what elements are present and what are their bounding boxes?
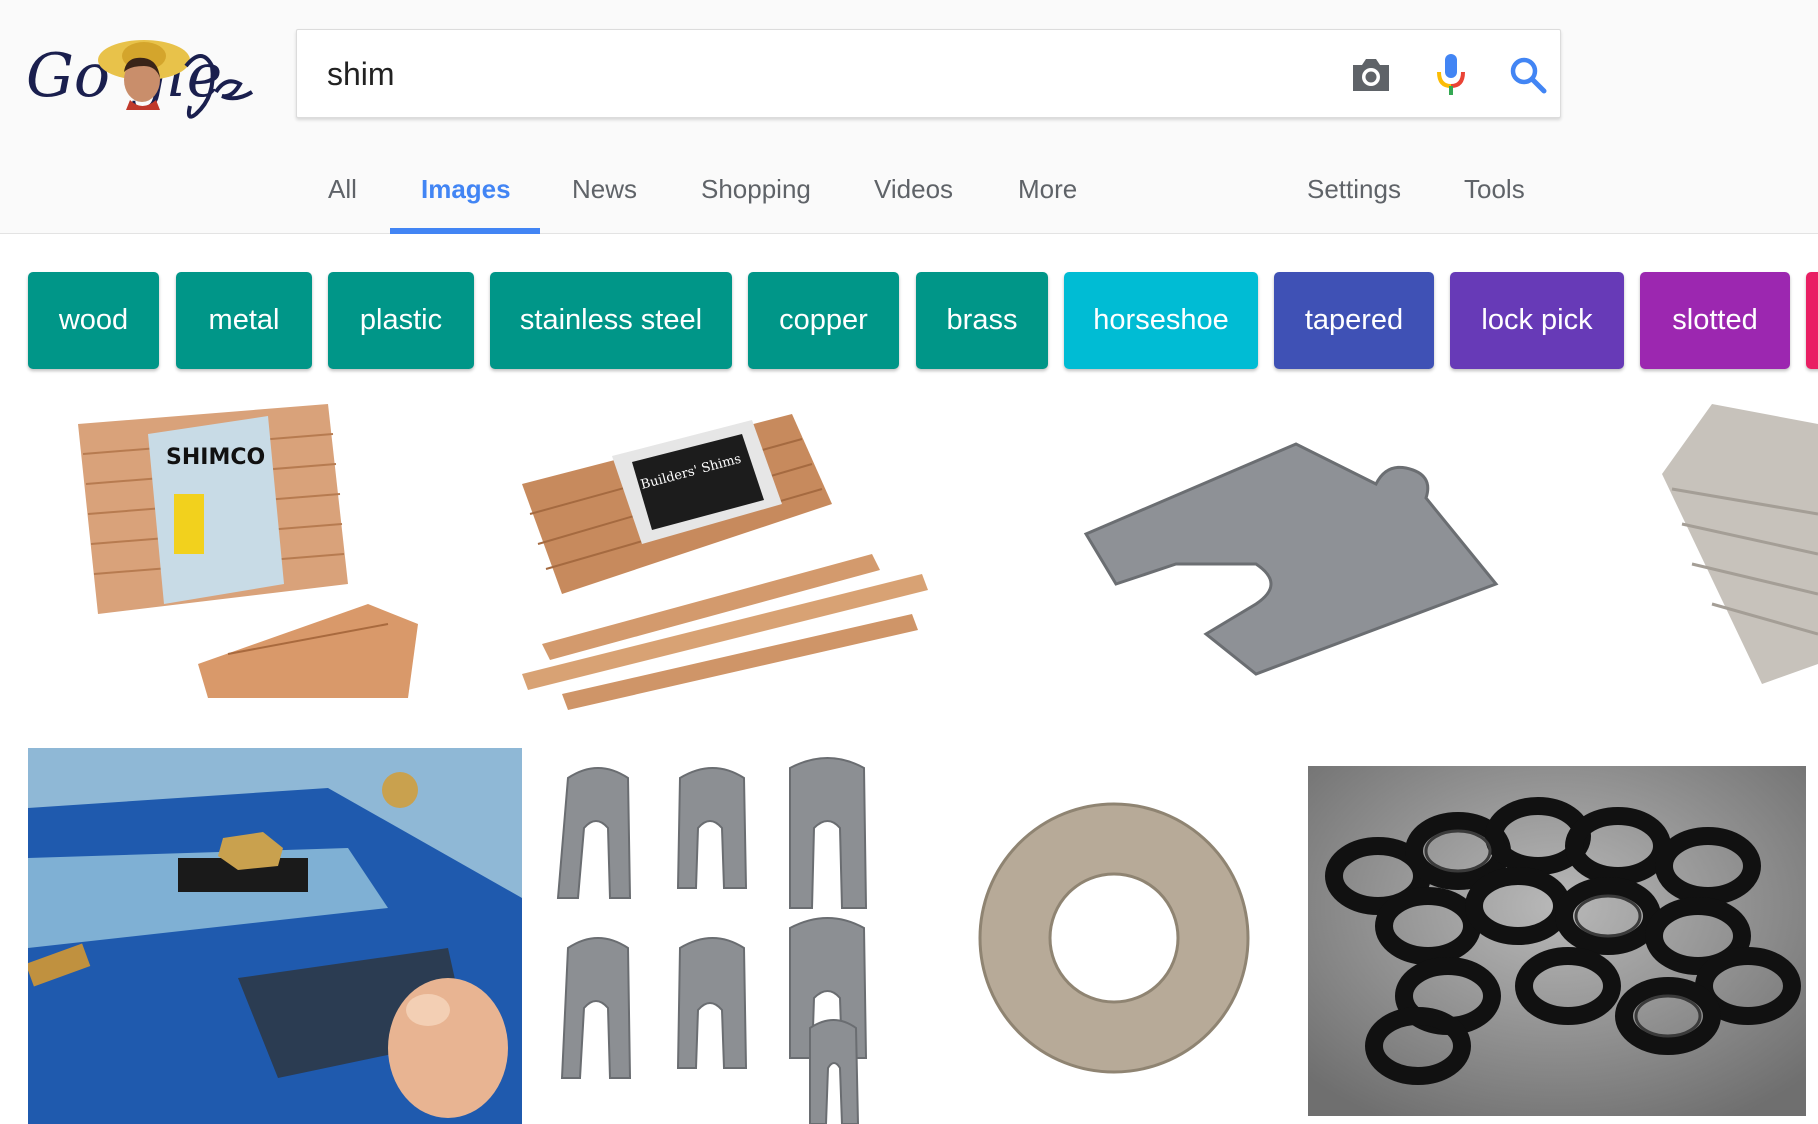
image-result-shim-stack[interactable] <box>1652 394 1818 718</box>
settings-link[interactable]: Settings <box>1307 174 1401 205</box>
chip-stainless-steel[interactable]: stainless steel <box>490 272 732 369</box>
chip-lock-pick[interactable]: lock pick <box>1450 272 1624 369</box>
image-results-grid: SHIMCO Builders' Shims <box>0 380 1818 1124</box>
image-result-machine-shim[interactable] <box>28 748 522 1124</box>
tab-shopping[interactable]: Shopping <box>701 174 811 205</box>
search-box <box>296 29 1561 118</box>
tab-videos[interactable]: Videos <box>874 174 953 205</box>
chip-copper[interactable]: copper <box>748 272 899 369</box>
active-tab-indicator <box>390 228 540 234</box>
chip-brass[interactable]: brass <box>916 272 1048 369</box>
search-input[interactable] <box>327 50 1227 98</box>
search-icon[interactable] <box>1501 48 1555 102</box>
related-search-chips: wood metal plastic stainless steel coppe… <box>0 272 1818 370</box>
image-result-builders-shims[interactable]: Builders' Shims <box>492 394 940 718</box>
search-tabs: All Images News Shopping Videos More Set… <box>0 160 1818 234</box>
chip-horseshoe[interactable]: horseshoe <box>1064 272 1258 369</box>
image-result-black-washers[interactable] <box>1308 766 1806 1116</box>
chip-metal[interactable]: metal <box>176 272 312 369</box>
image-result-flat-washer[interactable] <box>954 748 1286 1124</box>
doodle-logo-art: Go gle <box>26 40 254 119</box>
header-bar: Go gle shim All Images News Shopping Vid… <box>0 0 1818 234</box>
chip-overflow[interactable] <box>1806 272 1818 369</box>
microphone-icon[interactable] <box>1424 48 1478 102</box>
tab-more[interactable]: More <box>1018 174 1077 205</box>
image-result-slotted-metal-shim[interactable] <box>956 394 1646 718</box>
image-result-u-shims[interactable] <box>538 748 938 1124</box>
tab-images[interactable]: Images <box>421 174 511 205</box>
shimco-label: SHIMCO <box>166 445 265 470</box>
chip-slotted[interactable]: slotted <box>1640 272 1790 369</box>
google-doodle-logo[interactable]: Go gle <box>26 26 262 126</box>
chip-wood[interactable]: wood <box>28 272 159 369</box>
tab-news[interactable]: News <box>572 174 637 205</box>
image-result-shimco-wood-shims[interactable]: SHIMCO <box>28 394 476 718</box>
chip-plastic[interactable]: plastic <box>328 272 474 369</box>
camera-icon[interactable] <box>1344 48 1398 102</box>
tools-link[interactable]: Tools <box>1464 174 1525 205</box>
chip-tapered[interactable]: tapered <box>1274 272 1434 369</box>
tab-all[interactable]: All <box>328 174 357 205</box>
